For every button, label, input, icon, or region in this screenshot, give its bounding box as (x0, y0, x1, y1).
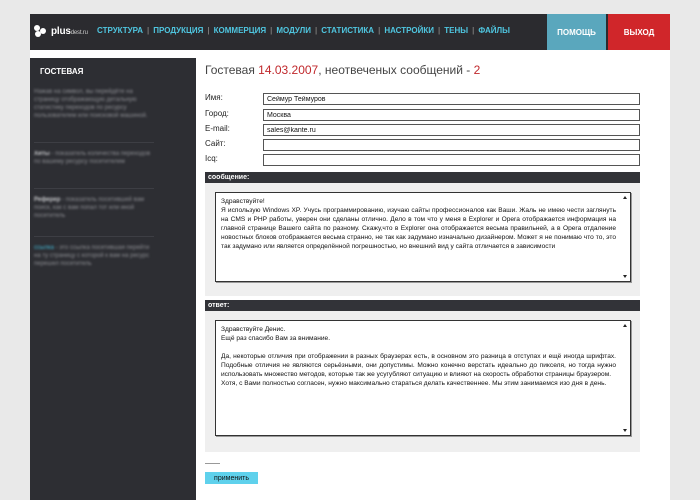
city-label: Город: (205, 109, 229, 118)
icq-label: Icq: (205, 154, 218, 163)
name-input[interactable] (263, 93, 640, 105)
answer-textarea[interactable]: Здравствуйте Денис. Ещё раз спасибо Вам … (215, 320, 631, 436)
name-row: Имя: (205, 93, 640, 105)
nav-item-commerce[interactable]: КОММЕРЦИЯ (210, 26, 270, 35)
page-title: Гостевая 14.03.2007, неотвеченых сообщен… (205, 63, 481, 77)
nav-item-structure[interactable]: СТРУКТУРА (97, 26, 147, 35)
answer-panel: ответ: Здравствуйте Денис. Ещё раз спаси… (205, 300, 640, 452)
sidebar-help-text: Хиты - показатель количества переходов п… (34, 151, 151, 165)
site-input[interactable] (263, 139, 640, 151)
logo[interactable]: plusdest.ru (34, 21, 88, 41)
sidebar-help-text: Нажав на символ, вы перейдёте на страниц… (34, 89, 148, 119)
sidebar-help-text: ссылка - это ссылка посетившая перейти н… (34, 245, 150, 267)
message-panel: сообщение: Здравствуйте! Я использую Win… (205, 172, 640, 296)
logo-text: plusdest.ru (51, 25, 88, 37)
apply-button[interactable]: применить (205, 472, 258, 484)
scroll-down-icon[interactable] (623, 275, 627, 278)
main-menu: СТРУКТУРА | ПРОДУКЦИЯ | КОММЕРЦИЯ | МОДУ… (97, 26, 514, 35)
email-row: E-mail: (205, 124, 640, 136)
sidebar-title: ГОСТЕВАЯ (40, 67, 84, 76)
divider (205, 463, 220, 464)
email-input[interactable] (263, 124, 640, 136)
nav-item-settings[interactable]: НАСТРОЙКИ (380, 26, 438, 35)
help-button[interactable]: ПОМОЩЬ (547, 14, 606, 50)
exit-button[interactable]: ВЫХОД (608, 14, 670, 50)
email-label: E-mail: (205, 124, 230, 133)
scroll-down-icon[interactable] (623, 429, 627, 432)
main-content: Гостевая 14.03.2007, неотвеченых сообщен… (205, 58, 670, 500)
name-label: Имя: (205, 93, 223, 102)
icq-input[interactable] (263, 154, 640, 166)
city-input[interactable] (263, 109, 640, 121)
sidebar: ГОСТЕВАЯ Нажав на символ, вы перейдёте н… (30, 58, 196, 500)
sidebar-divider (34, 236, 154, 237)
sidebar-divider (34, 142, 154, 143)
answer-label: ответ: (205, 300, 640, 311)
logo-icon (34, 25, 48, 37)
message-textarea[interactable]: Здравствуйте! Я использую Windows XP. Уч… (215, 192, 631, 282)
sidebar-divider (34, 188, 154, 189)
scroll-up-icon[interactable] (623, 196, 627, 199)
scroll-up-icon[interactable] (623, 324, 627, 327)
message-label: сообщение: (205, 172, 640, 183)
site-row: Сайт: (205, 139, 640, 151)
icq-row: Icq: (205, 154, 640, 166)
unanswered-count: 2 (473, 63, 481, 77)
city-row: Город: (205, 109, 640, 121)
nav-item-files[interactable]: ФАЙЛЫ (474, 26, 514, 35)
answer-scrollbar[interactable] (621, 321, 629, 435)
nav-item-themes[interactable]: ТЕНЫ (440, 26, 472, 35)
nav-item-modules[interactable]: МОДУЛИ (272, 26, 315, 35)
nav-item-products[interactable]: ПРОДУКЦИЯ (149, 26, 207, 35)
site-label: Сайт: (205, 139, 226, 148)
sidebar-help-text: Реферер - показатель посетившей вам поис… (34, 197, 145, 219)
nav-item-statistics[interactable]: СТАТИСТИКА (317, 26, 378, 35)
answer-text: Здравствуйте Денис. Ещё раз спасибо Вам … (221, 326, 616, 387)
top-navigation-bar: plusdest.ru СТРУКТУРА | ПРОДУКЦИЯ | КОММ… (30, 14, 670, 50)
message-text: Здравствуйте! Я использую Windows XP. Уч… (221, 198, 616, 250)
app-window: plusdest.ru СТРУКТУРА | ПРОДУКЦИЯ | КОММ… (30, 14, 670, 500)
message-scrollbar[interactable] (621, 193, 629, 281)
heading-date: 14.03.2007 (258, 63, 319, 77)
